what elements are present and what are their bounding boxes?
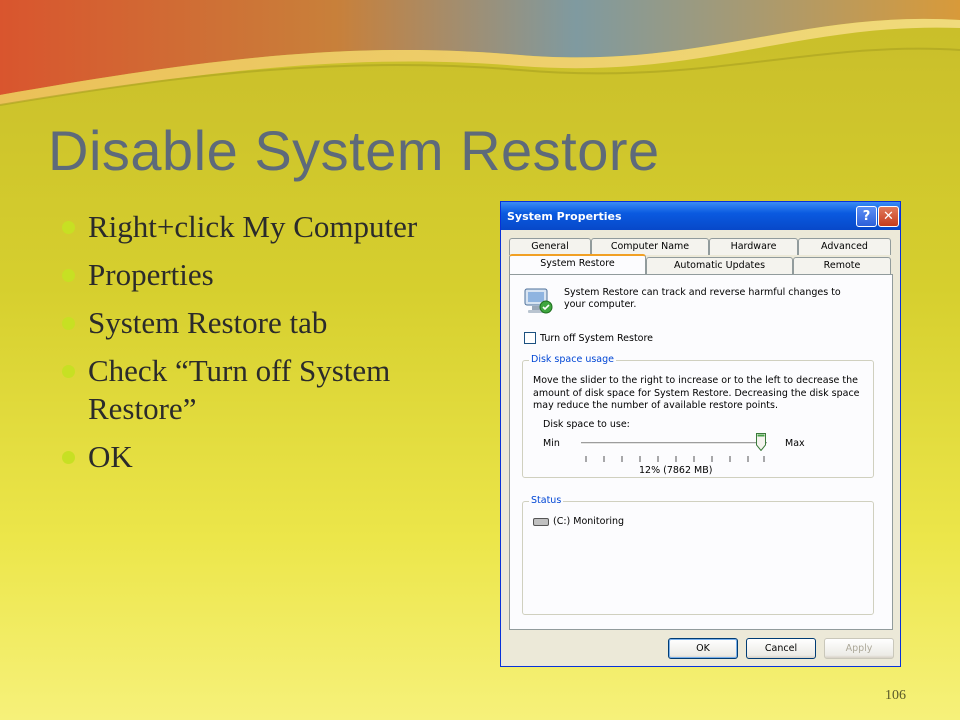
page-number: 106: [885, 688, 906, 703]
bullet-dot-icon: [62, 317, 75, 330]
slider-thumb[interactable]: [756, 433, 766, 451]
bullet-dot-icon: [62, 269, 75, 282]
slider-value-label: 12% (7862 MB): [639, 465, 713, 476]
bullet-item: Check “Turn off System Restore”: [62, 352, 462, 428]
tab-advanced[interactable]: Advanced: [798, 238, 891, 255]
status-group-label: Status: [529, 495, 564, 506]
turn-off-row[interactable]: Turn off System Restore: [524, 332, 653, 344]
apply-button[interactable]: Apply: [824, 638, 894, 659]
disk-space-to-use-label: Disk space to use:: [543, 419, 630, 430]
intro-text: System Restore can track and reverse har…: [564, 287, 841, 310]
bullet-item: OK: [62, 438, 462, 476]
slider-min-label: Min: [543, 438, 560, 449]
system-restore-panel: System Restore can track and reverse har…: [509, 274, 893, 630]
cancel-button[interactable]: Cancel: [746, 638, 816, 659]
tab-computer-name[interactable]: Computer Name: [591, 238, 709, 255]
tab-hardware[interactable]: Hardware: [709, 238, 798, 255]
header-wave-decoration: [0, 0, 960, 106]
disk-space-description: Move the slider to the right to increase…: [533, 375, 860, 411]
slide-title: Disable System Restore: [48, 119, 660, 182]
help-icon[interactable]: ?: [856, 206, 877, 227]
turn-off-label: Turn off System Restore: [540, 332, 654, 344]
system-restore-icon: [524, 288, 553, 314]
bullet-dot-icon: [62, 365, 75, 378]
bullet-item: Right+click My Computer: [62, 208, 462, 246]
disk-space-slider[interactable]: [581, 442, 767, 445]
bullet-dot-icon: [62, 221, 75, 234]
turn-off-checkbox[interactable]: [524, 332, 536, 344]
bullet-item: System Restore tab: [62, 304, 462, 342]
status-drive-text: (C:) Monitoring: [553, 516, 625, 527]
status-drive-row[interactable]: (C:) Monitoring: [533, 516, 624, 527]
close-icon[interactable]: ✕: [878, 206, 899, 227]
ok-button[interactable]: OK: [668, 638, 738, 659]
disk-space-group-label: Disk space usage: [529, 354, 616, 365]
tabs-row-1: General Computer Name Hardware Advanced: [509, 238, 891, 255]
bullet-dot-icon: [62, 451, 75, 464]
intro-section: System Restore can track and reverse har…: [522, 285, 872, 319]
drive-icon: [533, 517, 549, 526]
slider-ticks: [585, 456, 765, 462]
bullet-list: Right+click My Computer Properties Syste…: [62, 208, 462, 486]
status-group: Status (C:) Monitoring: [522, 495, 874, 615]
slider-max-label: Max: [785, 438, 805, 449]
dialog-title: System Properties: [507, 209, 622, 223]
tab-automatic-updates[interactable]: Automatic Updates: [646, 257, 793, 274]
tab-remote[interactable]: Remote: [793, 257, 891, 274]
tab-general[interactable]: General: [509, 238, 591, 255]
tab-system-restore[interactable]: System Restore: [509, 254, 646, 274]
dialog-titlebar[interactable]: System Properties ? ✕: [501, 202, 900, 230]
tabs-row-2: System Restore Automatic Updates Remote: [509, 254, 891, 274]
system-properties-dialog: System Properties ? ✕ General Computer N…: [500, 201, 901, 667]
disk-space-group: Disk space usage Move the slider to the …: [522, 354, 874, 478]
bullet-item: Properties: [62, 256, 462, 294]
